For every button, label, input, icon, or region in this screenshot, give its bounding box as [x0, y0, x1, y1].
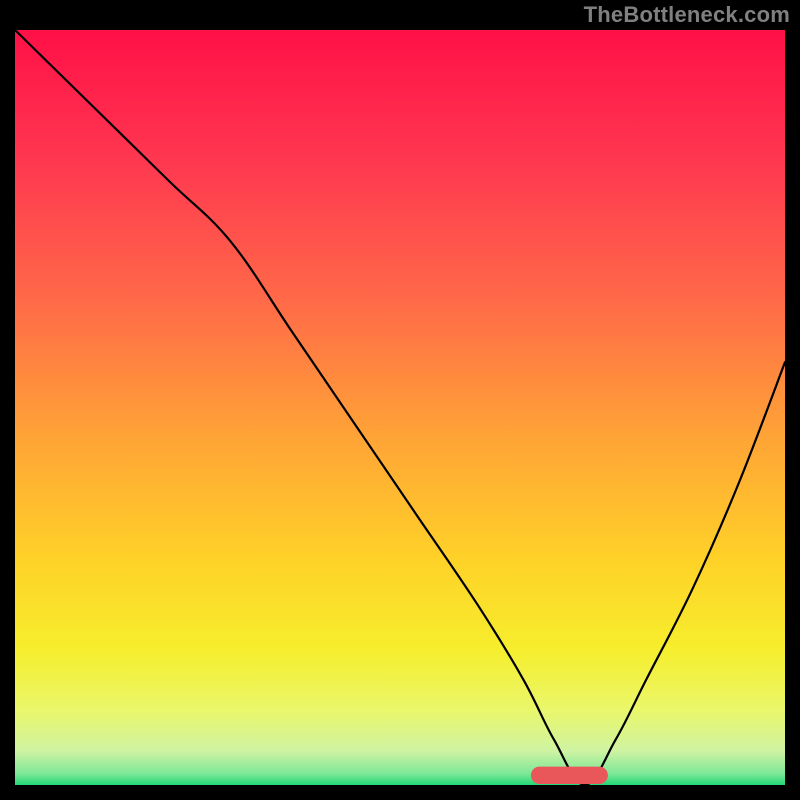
optimal-marker — [531, 767, 608, 784]
plot-area — [15, 30, 785, 785]
chart-frame: TheBottleneck.com — [0, 0, 800, 800]
watermark-label: TheBottleneck.com — [584, 2, 790, 28]
bottleneck-chart — [15, 30, 785, 785]
